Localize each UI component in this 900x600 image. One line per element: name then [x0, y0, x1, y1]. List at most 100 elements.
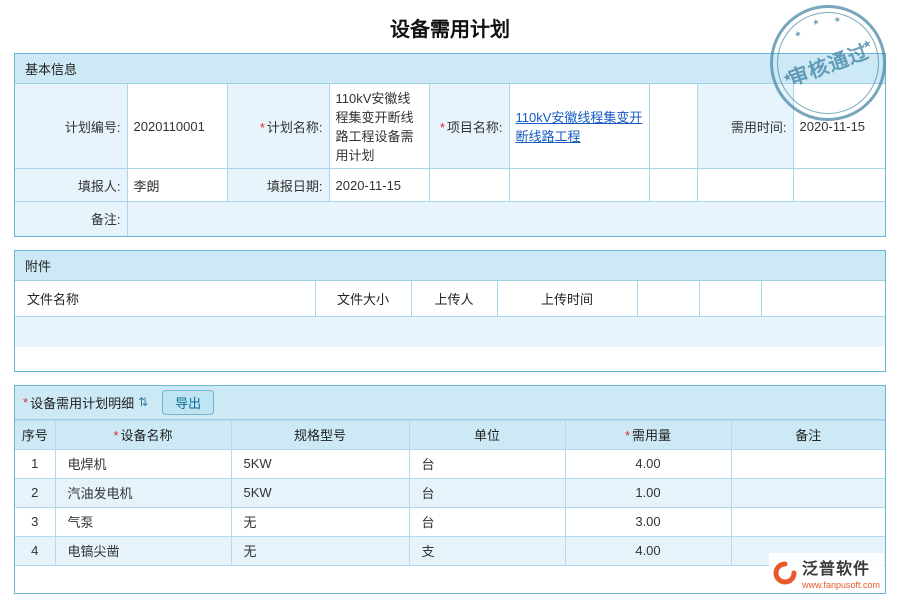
- empty-cell: [429, 169, 509, 202]
- brand-url[interactable]: www.fanpusoft.com: [802, 580, 880, 590]
- row-quantity: 4.00: [565, 449, 731, 478]
- star-icon: ★: [860, 36, 874, 52]
- col-seq: 序号: [15, 420, 55, 449]
- table-row: 2 汽油发电机 5KW 台 1.00: [15, 478, 885, 507]
- table-header-row: 序号 *设备名称 规格型号 单位 *需用量 备注: [15, 420, 885, 449]
- row-unit: 台: [409, 507, 565, 536]
- col-spec: 规格型号: [231, 420, 409, 449]
- empty-cell: [15, 347, 885, 371]
- sort-icon[interactable]: ⇅: [138, 395, 148, 409]
- empty-cell: [697, 169, 793, 202]
- required-marker: *: [113, 428, 118, 443]
- col-equipment-name-text: 设备名称: [121, 428, 173, 443]
- plan-no-value: 2020110001: [127, 84, 227, 169]
- empty-cell: [15, 565, 885, 593]
- row-unit: 台: [409, 449, 565, 478]
- empty-cell: [509, 169, 649, 202]
- table-row: 4 电镐尖凿 无 支 4.00: [15, 536, 885, 565]
- row-seq: 2: [15, 478, 55, 507]
- row-remark: [731, 478, 885, 507]
- project-name-cell: 110kV安徽线程集变开断线路工程: [509, 84, 649, 169]
- required-marker: *: [260, 120, 265, 135]
- fanpu-brand: 泛普软件 www.fanpusoft.com: [769, 553, 884, 592]
- table-header-row: 文件名称 文件大小 上传人 上传时间: [15, 281, 885, 317]
- table-row: 3 气泵 无 台 3.00: [15, 507, 885, 536]
- basic-info-table: 计划编号: 2020110001 *计划名称: 110kV安徽线程集变开断线路工…: [15, 84, 885, 236]
- col-quantity-text: 需用量: [632, 428, 671, 443]
- col-uploader: 上传人: [411, 281, 497, 317]
- reporter-value: 李朗: [127, 169, 227, 202]
- col-unit: 单位: [409, 420, 565, 449]
- empty-cell: [637, 281, 699, 317]
- empty-attachment-row: [15, 317, 885, 347]
- spacer-row: [15, 347, 885, 371]
- plan-name-label-text: 计划名称:: [267, 120, 323, 135]
- row-quantity: 1.00: [565, 478, 731, 507]
- need-date-label: 需用时间:: [697, 84, 793, 169]
- remark-label: 备注:: [15, 202, 127, 236]
- row-spec: 5KW: [231, 449, 409, 478]
- brand-name: 泛普软件: [802, 555, 880, 579]
- plan-no-label: 计划编号:: [15, 84, 127, 169]
- required-marker: *: [440, 120, 445, 135]
- fanpu-brand-text-block: 泛普软件 www.fanpusoft.com: [802, 555, 880, 590]
- col-file-name: 文件名称: [15, 281, 315, 317]
- col-equipment-name: *设备名称: [55, 420, 231, 449]
- row-remark: [731, 507, 885, 536]
- table-row: 填报人: 李朗 填报日期: 2020-11-15: [15, 169, 885, 202]
- report-date-value: 2020-11-15: [329, 169, 429, 202]
- export-button[interactable]: 导出: [162, 390, 214, 415]
- required-marker: *: [625, 428, 630, 443]
- basic-info-section: 基本信息 计划编号: 2020110001 *计划名称: 110kV安徽线程集变…: [14, 53, 886, 237]
- table-row: 计划编号: 2020110001 *计划名称: 110kV安徽线程集变开断线路工…: [15, 84, 885, 169]
- row-spec: 无: [231, 507, 409, 536]
- row-seq: 4: [15, 536, 55, 565]
- project-name-label: *项目名称:: [429, 84, 509, 169]
- attachments-section: 附件 文件名称 文件大小 上传人 上传时间: [14, 250, 886, 372]
- empty-cell: [793, 169, 885, 202]
- star-icon: ★: [832, 14, 842, 25]
- basic-info-section-title: 基本信息: [15, 54, 885, 84]
- row-spec: 无: [231, 536, 409, 565]
- table-row: 备注:: [15, 202, 885, 236]
- row-unit: 支: [409, 536, 565, 565]
- plan-name-label: *计划名称:: [227, 84, 329, 169]
- col-remark: 备注: [731, 420, 885, 449]
- empty-cell: [761, 281, 885, 317]
- plan-name-value: 110kV安徽线程集变开断线路工程设备需用计划: [329, 84, 429, 169]
- page-title: 设备需用计划: [0, 0, 900, 53]
- project-name-label-text: 项目名称:: [447, 120, 503, 135]
- row-equipment-name: 汽油发电机: [55, 478, 231, 507]
- project-name-link[interactable]: 110kV安徽线程集变开断线路工程: [516, 110, 643, 144]
- row-seq: 1: [15, 449, 55, 478]
- col-quantity: *需用量: [565, 420, 731, 449]
- row-seq: 3: [15, 507, 55, 536]
- reporter-label: 填报人:: [15, 169, 127, 202]
- equipment-plan-page: { "page": { "title": "设备需用计划" }, "ui": {…: [0, 0, 900, 600]
- details-section-title: 设备需用计划明细: [30, 393, 134, 412]
- attachments-table: 文件名称 文件大小 上传人 上传时间: [15, 281, 885, 371]
- details-table: 序号 *设备名称 规格型号 单位 *需用量 备注 1 电焊机 5KW 台 4.0…: [15, 420, 885, 594]
- fanpu-logo-icon: [773, 561, 797, 585]
- row-quantity: 3.00: [565, 507, 731, 536]
- empty-cell: [649, 84, 697, 169]
- row-unit: 台: [409, 478, 565, 507]
- details-toolbar: * 设备需用计划明细 ⇅ 导出: [15, 386, 885, 420]
- details-section: * 设备需用计划明细 ⇅ 导出 序号 *设备名称 规格型号 单位 *需用量 备注…: [14, 385, 886, 595]
- remark-value: [127, 202, 885, 236]
- table-row: 1 电焊机 5KW 台 4.00: [15, 449, 885, 478]
- row-equipment-name: 电焊机: [55, 449, 231, 478]
- empty-cell: [15, 317, 885, 347]
- row-equipment-name: 气泵: [55, 507, 231, 536]
- row-quantity: 4.00: [565, 536, 731, 565]
- star-icon: ★: [781, 69, 795, 85]
- star-icon: ★: [793, 29, 803, 40]
- empty-cell: [699, 281, 761, 317]
- attachments-section-title: 附件: [15, 251, 885, 281]
- row-spec: 5KW: [231, 478, 409, 507]
- star-icon: ★: [811, 17, 821, 28]
- row-remark: [731, 449, 885, 478]
- col-file-size: 文件大小: [315, 281, 411, 317]
- spacer-row: [15, 565, 885, 593]
- empty-cell: [649, 169, 697, 202]
